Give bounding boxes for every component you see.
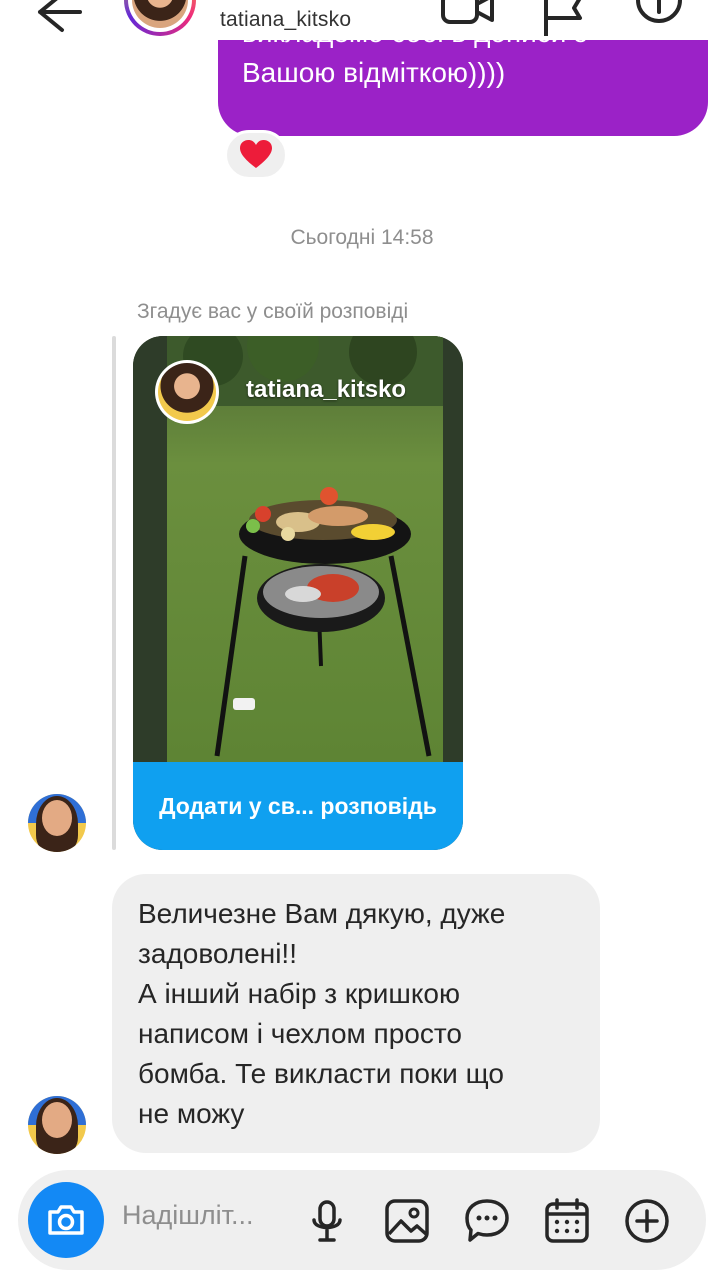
sticker-icon[interactable] (464, 1198, 510, 1244)
calendar-icon[interactable] (544, 1198, 590, 1244)
add-to-story-button[interactable]: Додати у св... розповідь (133, 762, 463, 850)
incoming-message-text: Величезне Вам дякую, дуже задоволені!! А… (138, 898, 506, 1129)
heart-icon (240, 140, 272, 168)
video-call-icon[interactable] (440, 0, 496, 38)
sender-avatar[interactable] (28, 794, 86, 852)
story-mention-label: Згадує вас у своїй розповіді (137, 300, 409, 323)
camera-button[interactable] (28, 1182, 104, 1258)
back-arrow-icon[interactable] (22, 0, 82, 34)
story-author-avatar (155, 360, 219, 424)
flag-icon[interactable] (540, 0, 586, 38)
info-icon[interactable] (634, 0, 684, 38)
message-input[interactable]: Надішліт... (122, 1200, 254, 1231)
message-timestamp: Сьогодні 14:58 (290, 226, 434, 249)
microphone-icon[interactable] (304, 1198, 350, 1244)
plus-icon[interactable] (624, 1198, 670, 1244)
reply-quote-bar (112, 336, 116, 850)
story-author-username: tatiana_kitsko (246, 376, 407, 403)
story-mention-card[interactable]: tatiana_kitsko Додати у св... розповідь (133, 336, 463, 850)
message-reaction[interactable] (224, 130, 288, 180)
chat-header: tatiana_kitsko (0, 0, 724, 40)
sender-avatar[interactable] (28, 1096, 86, 1154)
gallery-icon[interactable] (384, 1198, 430, 1244)
outgoing-message-line: Вашою відміткою)))) (242, 57, 506, 88)
header-avatar[interactable] (124, 0, 196, 36)
incoming-message-bubble[interactable]: Величезне Вам дякую, дуже задоволені!! А… (112, 874, 600, 1153)
header-username[interactable]: tatiana_kitsko (220, 8, 351, 32)
camera-icon (48, 1205, 84, 1235)
message-composer: Надішліт... (18, 1170, 706, 1270)
